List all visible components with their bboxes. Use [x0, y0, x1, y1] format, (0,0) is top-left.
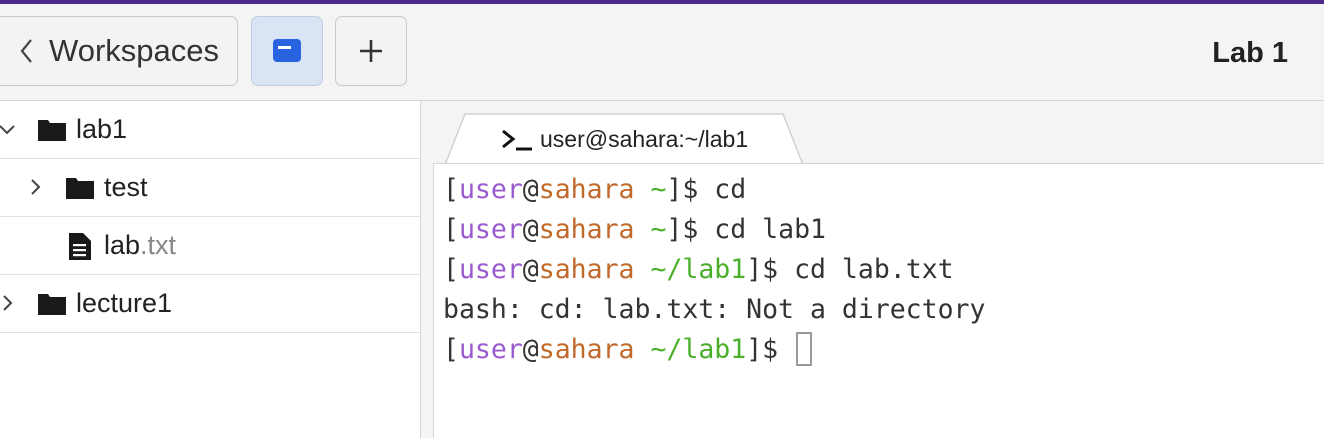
terminal-output[interactable]: [user@sahara ~]$ cd [user@sahara ~]$ cd … [433, 163, 1324, 438]
plus-icon [360, 40, 382, 62]
workspaces-label: Workspaces [49, 33, 219, 68]
tab-terminal[interactable]: user@sahara:~/lab1 [445, 113, 803, 165]
terminal-output-line: bash: cd: lab.txt: Not a directory [443, 294, 986, 325]
terminal-line: [user@sahara ~]$ cd lab1 [443, 214, 826, 245]
terminal-cursor[interactable] [796, 331, 813, 366]
tree-item-label: lab1 [76, 114, 128, 144]
app-window: Workspaces Lab 1 lab1 test lab.txt lectu… [0, 0, 1324, 438]
terminal-prompt-line: [user@sahara ~/lab1]$ [443, 330, 1324, 370]
window-icon [273, 39, 301, 62]
chevron-down-icon[interactable] [0, 120, 16, 138]
tab-label: user@sahara:~/lab1 [540, 126, 749, 152]
folder-icon [38, 294, 66, 315]
terminal-line: [user@sahara ~/lab1]$ cd lab.txt [443, 254, 954, 285]
file-tree: lab1 test lab.txt lecture1 [0, 101, 421, 438]
tree-item-label: test [104, 172, 148, 202]
terminal-line: [user@sahara ~]$ cd [443, 174, 747, 205]
tree-item-lab-txt[interactable]: lab.txt [0, 217, 420, 275]
file-name-extension: .txt [140, 230, 177, 260]
file-text-icon [69, 233, 91, 260]
tree-item-label: lab.txt [104, 230, 176, 261]
terminal-pane: user@sahara:~/lab1 [user@sahara ~]$ cd [… [421, 101, 1324, 438]
folder-icon [38, 120, 66, 141]
file-name-base: lab [104, 230, 141, 260]
page-title: Lab 1 [1212, 37, 1288, 69]
chevron-right-icon[interactable] [26, 178, 44, 196]
folder-icon [66, 178, 94, 199]
header-bar: Workspaces Lab 1 [0, 4, 1324, 101]
tree-item-lecture1[interactable]: lecture1 [0, 275, 420, 333]
add-button[interactable] [335, 16, 407, 86]
chevron-left-icon [20, 39, 32, 63]
terminal-icon [502, 129, 532, 151]
tree-item-label: lecture1 [76, 288, 173, 318]
tree-item-lab1[interactable]: lab1 [0, 101, 420, 159]
window-view-button[interactable] [251, 16, 323, 86]
chevron-right-icon[interactable] [0, 294, 16, 312]
tree-item-test[interactable]: test [0, 159, 420, 217]
workspaces-button[interactable]: Workspaces [0, 16, 238, 86]
